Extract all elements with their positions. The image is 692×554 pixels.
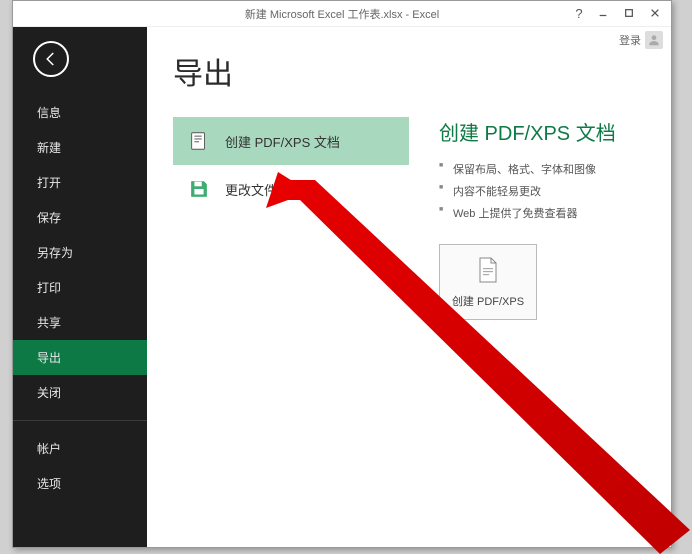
sidebar-item-label: 关闭 [37,386,61,400]
main-panel: 导出 创建 PDF/XPS 文档 更改文件类型 [147,27,671,547]
pdf-file-icon [476,256,500,287]
sidebar-item-close[interactable]: 关闭 [13,375,147,410]
sidebar-item-info[interactable]: 信息 [13,95,147,130]
sidebar-item-share[interactable]: 共享 [13,305,147,340]
sidebar-item-label: 共享 [37,316,61,330]
help-button[interactable]: ? [569,3,589,23]
sidebar-item-label: 帐户 [37,442,61,456]
create-pdf-xps-button[interactable]: 创建 PDF/XPS [439,244,537,320]
sidebar-item-label: 信息 [37,106,61,120]
sidebar-item-label: 导出 [37,351,61,365]
titlebar: 新建 Microsoft Excel 工作表.xlsx - Excel ? [13,1,671,27]
sidebar: 信息 新建 打开 保存 另存为 打印 共享 导出 关闭 帐户 选项 [13,27,147,547]
sidebar-item-save[interactable]: 保存 [13,200,147,235]
sidebar-item-open[interactable]: 打开 [13,165,147,200]
feature-list: 保留布局、格式、字体和图像 内容不能轻易更改 Web 上提供了免费查看器 [439,158,645,224]
export-options: 创建 PDF/XPS 文档 更改文件类型 [173,117,409,320]
sidebar-item-account[interactable]: 帐户 [13,431,147,466]
sidebar-item-label: 打印 [37,281,61,295]
minimize-button[interactable] [591,3,615,23]
sidebar-item-print[interactable]: 打印 [13,270,147,305]
feature-item: Web 上提供了免费查看器 [439,202,645,224]
sidebar-item-new[interactable]: 新建 [13,130,147,165]
maximize-button[interactable] [617,3,641,23]
option-create-pdf-xps[interactable]: 创建 PDF/XPS 文档 [173,117,409,165]
option-label: 更改文件类型 [225,180,303,199]
sidebar-item-label: 打开 [37,176,61,190]
sidebar-item-label: 保存 [37,211,61,225]
page-title: 导出 [173,49,645,93]
sidebar-separator [13,420,147,421]
app-window: 新建 Microsoft Excel 工作表.xlsx - Excel ? 登录… [12,0,672,548]
sidebar-item-label: 选项 [37,477,61,491]
save-type-icon [187,177,211,201]
sidebar-item-export[interactable]: 导出 [13,340,147,375]
action-label: 创建 PDF/XPS [452,293,524,309]
feature-item: 保留布局、格式、字体和图像 [439,158,645,180]
sidebar-item-label: 新建 [37,141,61,155]
option-label: 创建 PDF/XPS 文档 [225,132,340,151]
option-change-file-type[interactable]: 更改文件类型 [173,165,409,213]
feature-item: 内容不能轻易更改 [439,180,645,202]
sidebar-item-options[interactable]: 选项 [13,466,147,501]
export-detail: 创建 PDF/XPS 文档 保留布局、格式、字体和图像 内容不能轻易更改 Web… [439,117,645,320]
sidebar-item-saveas[interactable]: 另存为 [13,235,147,270]
back-button[interactable] [33,41,69,77]
close-button[interactable] [643,3,667,23]
sidebar-item-label: 另存为 [37,246,73,260]
window-controls: ? [569,3,667,23]
section-heading: 创建 PDF/XPS 文档 [439,117,645,146]
pdf-icon [187,129,211,153]
